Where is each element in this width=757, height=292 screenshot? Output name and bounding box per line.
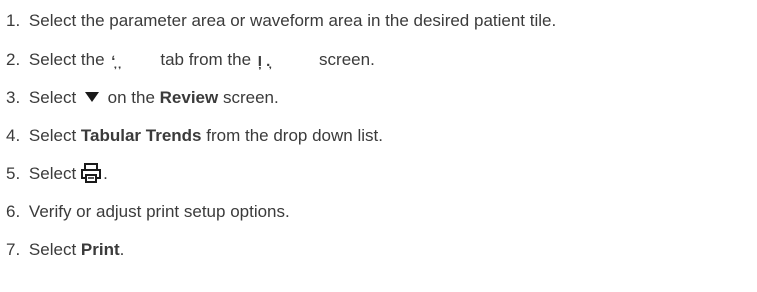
step-number: 1.: [6, 11, 21, 30]
step-number: 6.: [6, 202, 21, 221]
dropdown-triangle-icon: [84, 87, 100, 102]
step-6: 6. Verify or adjust print setup options.: [6, 200, 290, 224]
step-number: 5.: [6, 164, 21, 183]
printer-icon: [80, 162, 102, 184]
step-text: from the drop down list.: [206, 126, 383, 145]
step-text: .: [119, 240, 125, 259]
step-text: Select: [28, 164, 77, 183]
step-text: Verify or adjust print setup options.: [28, 202, 290, 221]
step-number: 4.: [6, 126, 21, 145]
step-text: Select: [28, 240, 77, 259]
step-text: screen.: [222, 88, 279, 107]
step-2: 2. Select the ʻ̦ ̦ tab from the I̦ .̦ sc…: [6, 48, 375, 72]
print-label: Print: [80, 240, 120, 259]
step-text: on the: [107, 88, 155, 107]
step-text: Select the parameter area or waveform ar…: [28, 11, 557, 30]
instruction-steps: 1. Select the parameter area or waveform…: [0, 0, 757, 292]
step-7: 7. Select Print.: [6, 238, 124, 262]
review-screen-name: Review: [159, 88, 219, 107]
step-number: 3.: [6, 88, 21, 107]
step-text: Select: [28, 88, 77, 107]
step-4: 4. Select Tabular Trends from the drop d…: [6, 124, 383, 148]
step-3: 3. Select on the Review screen.: [6, 86, 279, 110]
step-text: tab from the: [160, 50, 252, 69]
step-text: Select the: [28, 50, 105, 69]
step-text: Select: [28, 126, 77, 145]
step-number: 2.: [6, 50, 21, 69]
step-5: 5. Select .: [6, 162, 108, 186]
step-number: 7.: [6, 240, 21, 259]
garbled-tab-name: ʻ̦ ̦: [111, 53, 120, 70]
tabular-trends-label: Tabular Trends: [80, 126, 202, 145]
step-text: screen.: [319, 50, 375, 69]
step-text: .: [103, 164, 108, 183]
step-1: 1. Select the parameter area or waveform…: [6, 9, 556, 33]
garbled-screen-name: I̦ .̦: [257, 53, 271, 70]
